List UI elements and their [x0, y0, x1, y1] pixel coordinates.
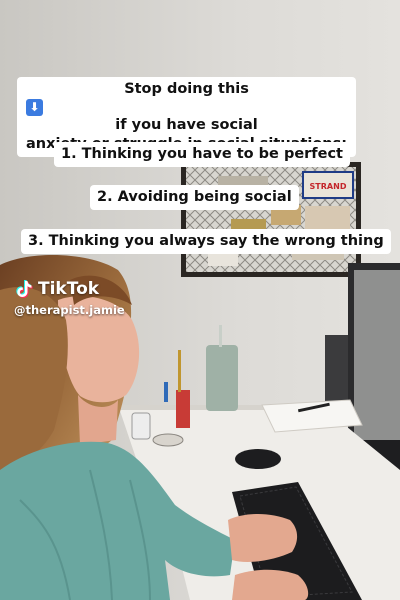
- board-sticker-text: STRAND: [310, 182, 347, 191]
- creator-handle: @therapist.jamie: [14, 303, 125, 317]
- tiktok-watermark: TikTok: [14, 279, 99, 299]
- caption-title-suffix: if you have social: [115, 116, 258, 133]
- tumbler: [206, 345, 238, 411]
- caption-title-text: Stop doing this: [124, 81, 249, 97]
- tiktok-brand: TikTok: [38, 279, 100, 299]
- caption-title-line1: Stop doing this ⬇ if you have social: [26, 80, 347, 135]
- down-arrow-icon: ⬇: [26, 98, 43, 116]
- tiktok-note-icon: [16, 280, 33, 298]
- caption-item-1: 1. Thinking you have to be perfect: [54, 142, 350, 167]
- caption-item-3: 3. Thinking you always say the wrong thi…: [21, 229, 391, 254]
- pinboard: STRAND: [181, 162, 361, 277]
- mouse: [235, 449, 281, 469]
- caption-item-2: 2. Avoiding being social: [90, 185, 299, 210]
